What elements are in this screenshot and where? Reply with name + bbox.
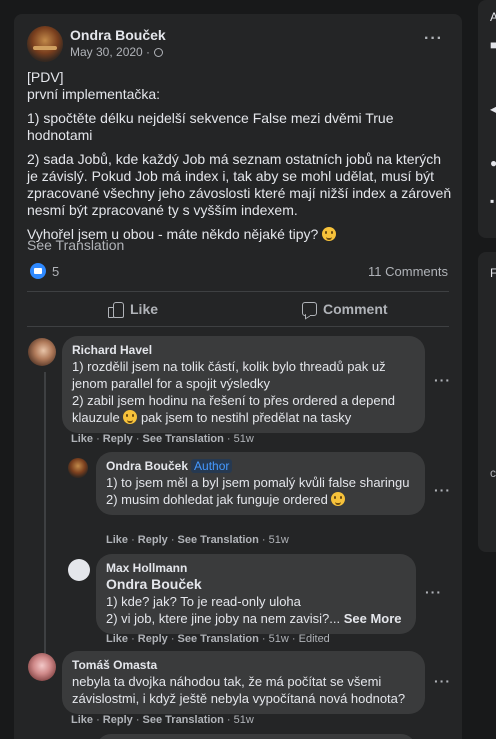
comment-button[interactable]: Comment [302,299,388,319]
lock-icon: ■ [490,38,496,52]
comment-actions: Like · Reply · See Translation · 51w [71,714,254,726]
comment-like-link[interactable]: Like [106,534,128,546]
comment-translation-link[interactable]: See Translation [143,714,224,726]
comment-actions: Like · Reply · See Translation · 51w [71,433,254,445]
post-paragraph-1: [PDV] první implementačka: [27,69,452,103]
eye-icon: ◀ [490,102,496,116]
reply-bubble-partial [96,734,416,739]
comment-text-main: 1) kde? jak? To je read-only uloha 2) vi… [106,594,341,626]
commenter-name[interactable]: Max Hollmann [106,560,406,576]
comment-timestamp[interactable]: 51w [269,534,289,546]
comment-like-link[interactable]: Like [71,714,93,726]
post-more-options-icon[interactable]: ··· [424,30,443,48]
commenter-avatar[interactable] [68,458,88,478]
comment-bubble: Richard Havel 1) rozdělil jsem na tolik … [62,336,425,433]
comment-actions: Like · Reply · See Translation · 51w · E… [106,633,330,645]
comment-like-link[interactable]: Like [106,633,128,645]
comment-translation-link[interactable]: See Translation [178,633,259,645]
comment-text: nebyla ta dvojka náhodou tak, že má počí… [72,674,406,706]
commenter-name[interactable]: Ondra Bouček [106,459,188,473]
commenter-avatar[interactable] [28,338,56,366]
post-date-text[interactable]: May 30, 2020 · [70,45,150,59]
comment-text: 1) rozdělil jsem na tolik částí, kolik b… [72,358,415,426]
globe-icon [154,48,164,57]
clock-icon: ● [490,156,496,170]
post-intro-line: první implementačka: [27,86,161,102]
post-paragraph-3: 2) sada Jobů, kde každý Job má seznam os… [27,151,452,218]
author-badge: Author [191,459,233,473]
comment-text: 1) kde? jak? To je read-only uloha 2) vi… [106,593,406,627]
reply-author-line: Ondra Bouček Author [106,458,415,474]
commenter-name[interactable]: Richard Havel [72,342,415,358]
see-translation-link[interactable]: See Translation [27,237,124,253]
comment-more-options-icon[interactable]: ··· [434,673,451,689]
comment-timestamp[interactable]: 51w [269,633,289,645]
like-reaction-icon[interactable] [30,263,46,279]
post-paragraph-2: 1) spočtěte délku nejdelší sekvence Fals… [27,110,394,143]
sidebar-icon-a: A [490,10,496,24]
comment-reply-link[interactable]: Reply [138,633,168,645]
like-button[interactable]: Like [108,299,158,319]
thread-line [44,372,46,662]
comment-label: Comment [323,301,388,317]
divider [27,291,449,292]
comment-timestamp[interactable]: 51w [234,714,254,726]
comment-reply-link[interactable]: Reply [103,714,133,726]
sidebar-mark-icon: c [490,466,496,480]
post-tag-line: [PDV] [27,69,64,85]
right-sidebar-card-2: F c [478,252,496,552]
post-date: May 30, 2020 · [70,45,164,59]
reply-bubble: Max Hollmann Ondra Bouček 1) kde? jak? T… [96,554,416,634]
comment-actions: Like · Reply · See Translation · 51w [106,534,289,546]
comment-reply-link[interactable]: Reply [138,534,168,546]
author-avatar[interactable] [27,26,63,62]
comment-translation-link[interactable]: See Translation [143,433,224,445]
comment-translation-link[interactable]: See Translation [178,534,259,546]
commenter-avatar[interactable] [68,559,90,581]
comment-more-options-icon[interactable]: ··· [425,584,442,600]
comment-text-tail: pak jsem to nestihl předělat na tasky [137,410,352,425]
post-body: [PDV] první implementačka: 1) spočtěte d… [27,69,452,250]
grimace-emoji-icon [331,492,346,506]
comment-reply-link[interactable]: Reply [103,433,133,445]
reaction-count[interactable]: 5 [52,264,59,279]
divider [27,326,449,327]
reply-bubble: Ondra Bouček Author 1) to jsem měl a byl … [96,452,425,515]
comment-more-options-icon[interactable]: ··· [434,372,451,388]
right-sidebar-card: A ■ ◀ ● ▪ [478,0,496,238]
commenter-name[interactable]: Tomáš Omasta [72,657,415,673]
post-card: Ondra Bouček May 30, 2020 · ··· [PDV] pr… [14,14,462,739]
sidebar-letter-icon: F [490,266,496,280]
comment-bubble-icon [302,302,317,316]
thumbs-up-icon [108,301,124,318]
grimace-emoji-icon [322,227,337,241]
comment-bubble: Tomáš Omasta nebyla ta dvojka náhodou ta… [62,651,425,714]
edited-label: Edited [298,633,330,645]
comment-timestamp[interactable]: 51w [234,433,254,445]
comment-like-link[interactable]: Like [71,433,93,445]
post-author[interactable]: Ondra Bouček [70,27,166,43]
see-more-link[interactable]: See More [344,611,402,626]
like-label: Like [130,301,159,317]
comment-more-options-icon[interactable]: ··· [434,482,451,498]
grimace-emoji-icon [123,410,138,424]
comments-count[interactable]: 11 Comments [368,264,448,279]
comment-text-main: 1) to jsem měl a byl jsem pomalý kvůli f… [106,475,410,507]
members-icon: ▪ [490,194,495,208]
mention-link[interactable]: Ondra Bouček [106,576,406,593]
comment-text: 1) to jsem měl a byl jsem pomalý kvůli f… [106,474,415,508]
commenter-avatar[interactable] [28,653,56,681]
